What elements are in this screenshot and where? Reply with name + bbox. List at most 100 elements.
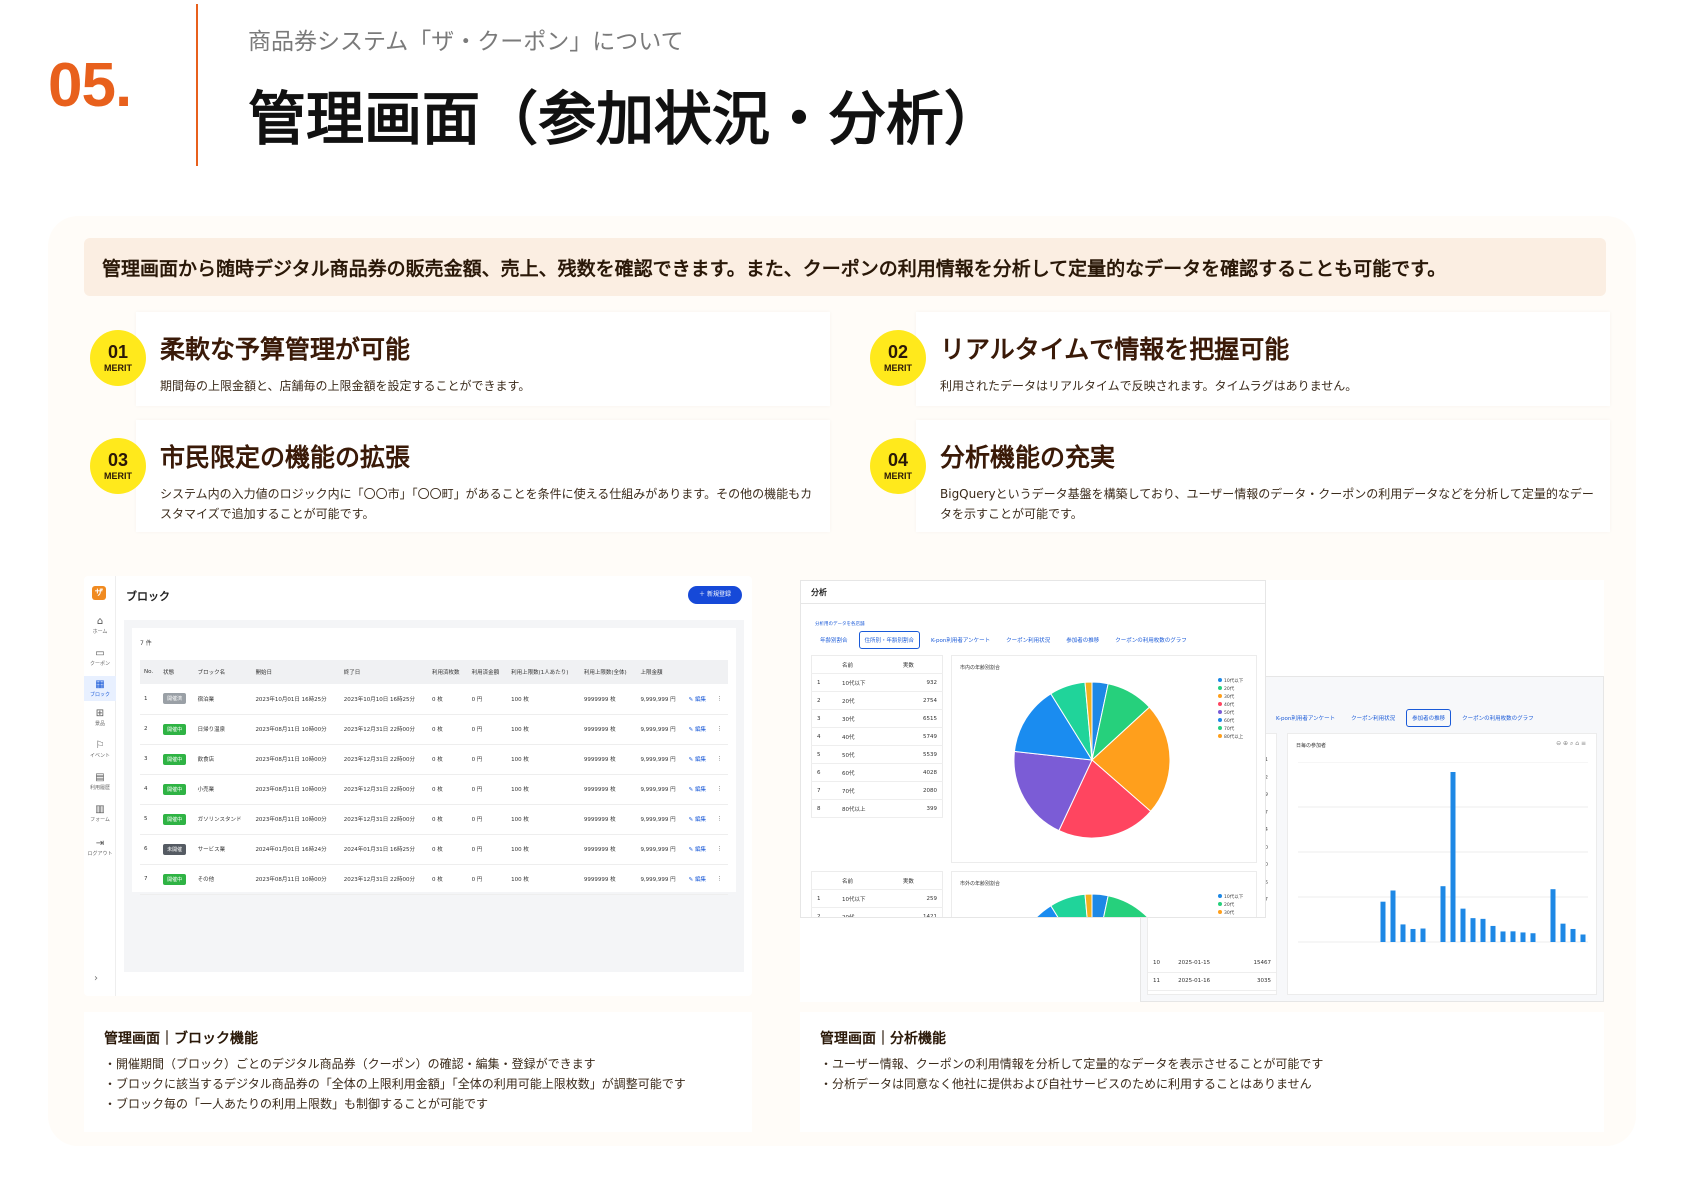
bar[interactable]	[1400, 924, 1406, 942]
more-menu-icon[interactable]: ⋮	[712, 744, 728, 775]
table-row[interactable]: 7 開催中 その他 2023年08月11日 10時00分 2023年12月31日 22時…	[140, 864, 728, 895]
trend-tab[interactable]: K-pon利用者アンケート	[1271, 710, 1340, 726]
edit-link[interactable]: ✎ 編集	[684, 834, 713, 865]
table-row[interactable]: 4 開催中 小売業 2023年08月11日 10時00分 2023年12月31日 22時…	[140, 774, 728, 805]
column-header[interactable]: 名前	[836, 655, 898, 674]
column-header[interactable]: 名前	[836, 871, 898, 890]
bar[interactable]	[1470, 918, 1476, 942]
legend-item[interactable]: 10代以下	[1218, 678, 1243, 686]
bar[interactable]	[1530, 933, 1536, 942]
edit-link[interactable]: ✎ 編集	[684, 684, 713, 715]
cell-start: 2023年08月11日 10時00分	[251, 864, 340, 895]
table-row[interactable]: 2 開催中 日帰り温泉 2023年08月11日 10時00分 2023年12月31日 2…	[140, 714, 728, 745]
bar[interactable]	[1380, 901, 1386, 942]
legend-item[interactable]: 80代以上	[1218, 734, 1243, 742]
bar[interactable]	[1390, 890, 1396, 942]
nav-coupon[interactable]: ▭ クーポン	[84, 648, 116, 667]
nav-prize[interactable]: ⊞ 景品	[84, 708, 116, 727]
analysis-tab-bar: 年齢別割合 住所別・年齢別割合 K-pon利用者アンケート クーポン利用状況 参加者の推…	[815, 631, 1198, 649]
legend-item[interactable]: 30代	[1218, 910, 1243, 917]
legend-item[interactable]: 20代	[1218, 902, 1243, 910]
merit-title: 柔軟な予算管理が可能	[160, 335, 411, 364]
analysis-tab[interactable]: 住所別・年齢別割合	[858, 631, 921, 649]
more-menu-icon[interactable]: ⋮	[712, 804, 728, 835]
nav-history[interactable]: ▤ 利用履歴	[84, 772, 116, 791]
edit-link[interactable]: ✎ 編集	[684, 744, 713, 775]
legend-item[interactable]: 30代	[1218, 694, 1243, 702]
table-row[interactable]: 3 開催中 飲食店 2023年08月11日 10時00分 2023年12月31日 22時…	[140, 744, 728, 775]
merit-tag: MERIT	[884, 471, 912, 481]
table-row[interactable]: 1 開催済 宿泊業 2023年10月01日 16時25分 2023年10月10日 16時…	[140, 684, 728, 715]
legend-dot	[1218, 702, 1222, 706]
legend-item[interactable]: 20代	[1218, 686, 1243, 694]
nav-form[interactable]: ▥ フォーム	[84, 804, 116, 823]
title-divider	[801, 603, 1265, 604]
trend-tab[interactable]: クーポン利用状況	[1346, 710, 1400, 726]
chevron-right-icon[interactable]: ›	[94, 973, 98, 984]
bar[interactable]	[1460, 908, 1466, 942]
record-count: 7 件	[140, 640, 152, 647]
bar[interactable]	[1450, 772, 1456, 942]
more-menu-icon[interactable]: ⋮	[712, 684, 728, 715]
more-menu-icon[interactable]: ⋮	[712, 834, 728, 865]
edit-link[interactable]: ✎ 編集	[684, 714, 713, 745]
age-group: 30代	[836, 709, 898, 728]
status-badge: 開催中	[163, 753, 187, 765]
table-row[interactable]: 5 開催中 ガソリンスタンド 2023年08月11日 10時00分 2023年12月31…	[140, 804, 728, 835]
bar[interactable]	[1580, 934, 1586, 942]
bar[interactable]	[1480, 918, 1486, 942]
edit-link[interactable]: ✎ 編集	[684, 774, 713, 805]
edit-link[interactable]: ✎ 編集	[684, 804, 713, 835]
cell-name: サービス業	[193, 834, 252, 865]
bar[interactable]	[1510, 931, 1516, 942]
age-group: 10代以下	[836, 889, 898, 908]
legend-item[interactable]: 10代以下	[1218, 894, 1243, 902]
nav-home[interactable]: ⌂ ホーム	[84, 616, 116, 635]
pie-chart-svg	[1013, 681, 1171, 839]
bar[interactable]	[1520, 932, 1526, 942]
column-header[interactable]: 実数	[897, 871, 943, 890]
table-row[interactable]: 6 未開催 サービス業 2024年01月01日 16時24分 2024年01月31日 1…	[140, 834, 728, 865]
bar[interactable]	[1420, 928, 1426, 942]
legend-item[interactable]: 60代	[1218, 718, 1243, 726]
bar[interactable]	[1410, 928, 1416, 942]
cell-limit-user: 100 枚	[507, 684, 580, 715]
caption-title: 管理画面｜分析機能	[820, 1031, 946, 1047]
bar[interactable]	[1570, 928, 1576, 942]
analysis-tab[interactable]: K-pon利用者アンケート	[926, 632, 995, 648]
edit-link[interactable]: ✎ 編集	[684, 864, 713, 895]
nav-logout[interactable]: ⇥ ログアウト	[84, 838, 116, 857]
more-menu-icon[interactable]: ⋮	[712, 714, 728, 745]
cell-used: 0 枚	[428, 714, 468, 745]
column-header	[712, 660, 728, 684]
column-header[interactable]: 実数	[897, 655, 943, 674]
analysis-tab[interactable]: 参加者の推移	[1061, 632, 1104, 648]
cell-name: 飲食店	[193, 744, 252, 775]
analysis-tab[interactable]: クーポン利用状況	[1001, 632, 1055, 648]
legend-item[interactable]: 70代	[1218, 726, 1243, 734]
nav-block[interactable]: ▦ ブロック	[84, 676, 116, 701]
legend-item[interactable]: 40代	[1218, 702, 1243, 710]
bar[interactable]	[1550, 889, 1556, 942]
bar[interactable]	[1490, 925, 1496, 942]
age-count: 1421	[897, 907, 943, 917]
bar[interactable]	[1500, 931, 1506, 942]
trend-tab[interactable]: クーポンの利用枚数のグラフ	[1457, 710, 1539, 726]
trend-tab[interactable]: 参加者の推移	[1406, 709, 1452, 727]
nav-event[interactable]: ⚐ イベント	[84, 740, 116, 759]
bar[interactable]	[1560, 923, 1566, 942]
bar[interactable]	[1440, 886, 1446, 942]
status-badge: 開催中	[163, 873, 187, 885]
legend-label: 40代	[1224, 703, 1235, 708]
age-group: 70代	[836, 781, 898, 800]
more-menu-icon[interactable]: ⋮	[712, 864, 728, 895]
more-menu-icon[interactable]: ⋮	[712, 774, 728, 805]
legend-dot	[1218, 894, 1222, 898]
merit-card-01: 01 MERIT 柔軟な予算管理が可能 期間毎の上限金額と、店舗毎の上限金額を設定…	[90, 312, 830, 406]
chart-toolbar-icons[interactable]: ⊖ ⊕ ⌕ ⌂ ≡	[1556, 740, 1586, 748]
legend-item[interactable]: 50代	[1218, 710, 1243, 718]
pie-legend: 10代以下 20代 30代 40代 50代 60代 70代 80代以上	[1218, 678, 1243, 742]
analysis-tab[interactable]: クーポンの利用枚数のグラフ	[1110, 632, 1192, 648]
analysis-tab[interactable]: 年齢別割合	[815, 632, 853, 648]
new-register-button[interactable]: ＋ 新規登録	[688, 586, 742, 604]
